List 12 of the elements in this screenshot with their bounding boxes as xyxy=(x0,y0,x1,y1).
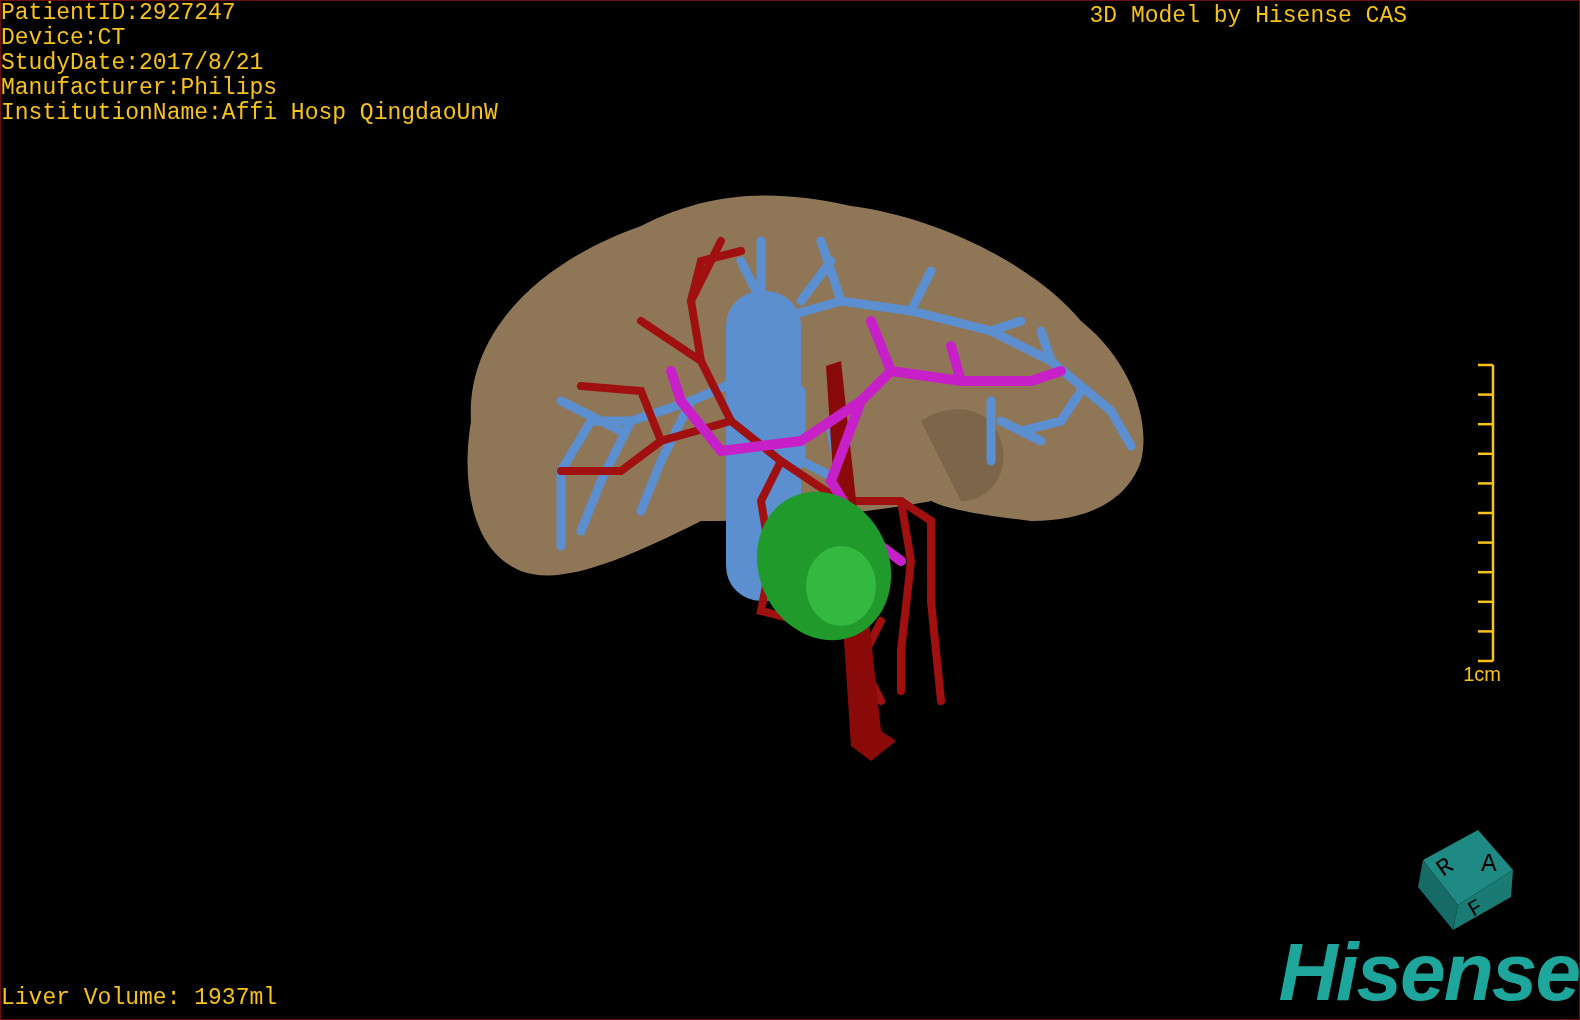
viewer-title: 3D Model by Hisense CAS xyxy=(1089,4,1407,29)
patient-info-text: InstitutionName:Affi Hosp QingdaoUnW xyxy=(1,101,498,126)
brand-logo: Hisense xyxy=(1278,935,1579,1009)
patient-info-text: Manufacturer:Philips xyxy=(1,76,278,101)
cube-face-letter: R xyxy=(1431,852,1459,883)
liver-volume-text: Liver Volume: 1937ml xyxy=(1,986,278,1011)
patient-info-text: Device:CT xyxy=(1,26,126,51)
scale-label: 1cm xyxy=(1463,663,1501,685)
cube-face-letter: A xyxy=(1481,849,1497,879)
patient-info-text: PatientID:2927247 xyxy=(1,1,236,26)
patient-info-text: StudyDate:2017/8/21 xyxy=(1,51,264,76)
cube-face-letter: F xyxy=(1464,894,1488,924)
